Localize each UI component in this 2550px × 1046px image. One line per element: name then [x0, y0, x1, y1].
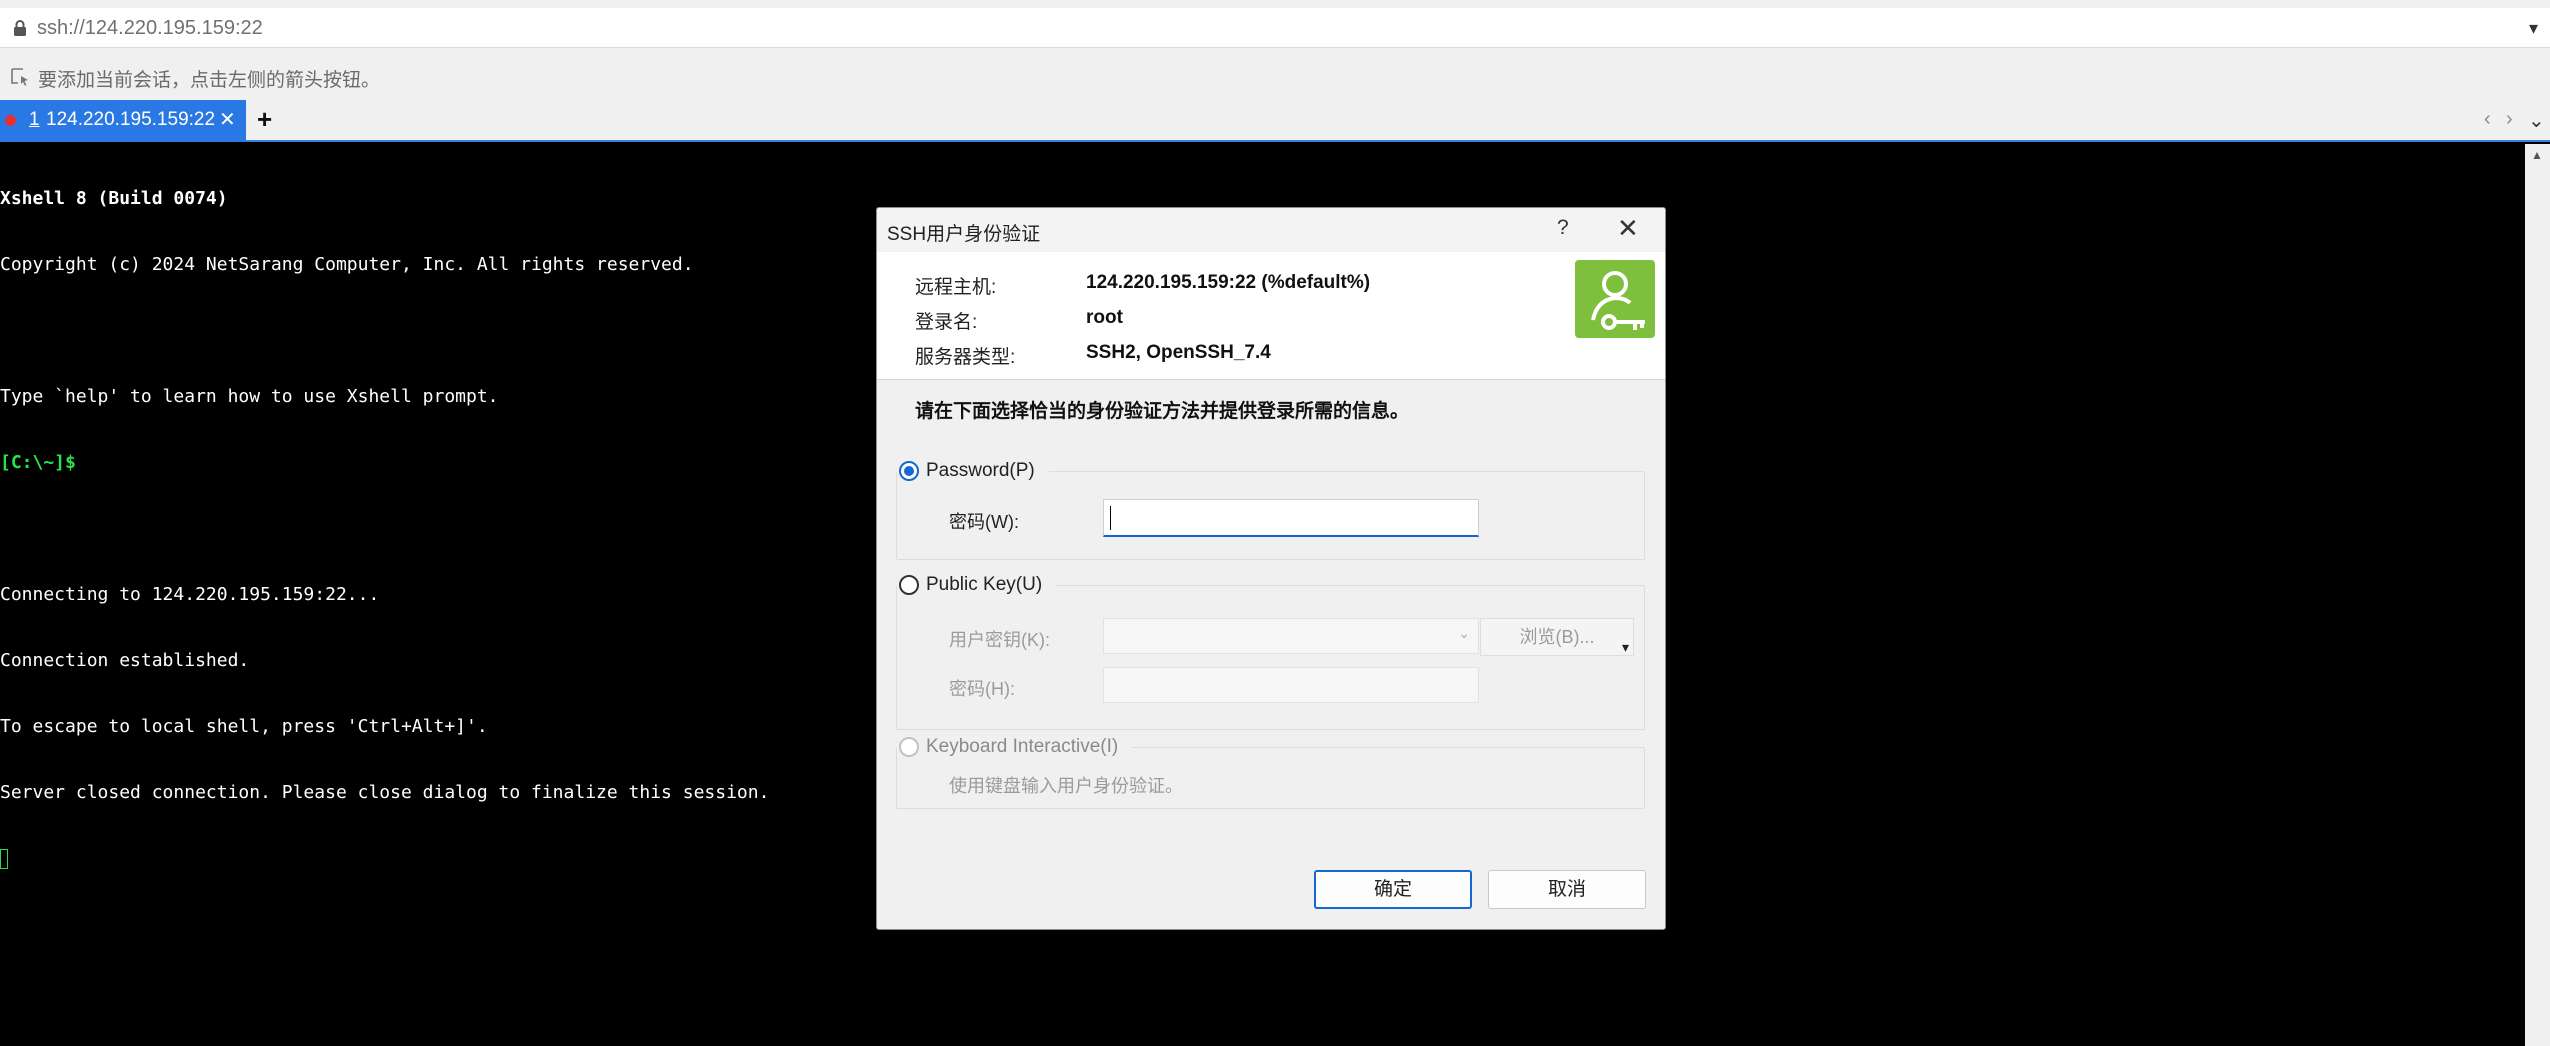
- key-passphrase-input[interactable]: [1103, 667, 1479, 703]
- public-key-group: Public Key(U) 用户密钥(K): ⌄ 浏览(B)... ▾ 密码(H…: [896, 574, 1645, 730]
- terminal-scrollbar[interactable]: ▲: [2525, 144, 2550, 1046]
- public-key-option-label[interactable]: Public Key(U): [926, 574, 1042, 596]
- user-key-select[interactable]: ⌄: [1103, 618, 1479, 654]
- login-name-label: 登录名:: [915, 312, 978, 333]
- browse-button[interactable]: 浏览(B)... ▾: [1480, 618, 1634, 656]
- password-radio[interactable]: [899, 461, 919, 481]
- ok-button[interactable]: 确定: [1314, 870, 1472, 909]
- add-tab-button[interactable]: +: [257, 104, 272, 135]
- remote-host-label: 远程主机:: [915, 277, 997, 298]
- dialog-titlebar: SSH用户身份验证 ? ✕: [877, 208, 1665, 252]
- login-name-value: root: [1086, 307, 1123, 328]
- tab-label: 124.220.195.159:22: [46, 109, 216, 130]
- password-option-label[interactable]: Password(P): [926, 460, 1035, 482]
- session-tab[interactable]: 1 124.220.195.159:22 ✕: [0, 100, 246, 142]
- address-url[interactable]: ssh://124.220.195.159:22: [37, 17, 263, 40]
- hint-text: 要添加当前会话，点击左侧的箭头按钮。: [38, 70, 381, 91]
- dialog-title: SSH用户身份验证: [887, 224, 1041, 245]
- lock-icon: [14, 20, 26, 36]
- chevron-down-icon[interactable]: ▾: [2529, 18, 2538, 39]
- ssh-auth-dialog: SSH用户身份验证 ? ✕ 远程主机: 124.220.195.159:22 (…: [876, 207, 1666, 930]
- keyboard-interactive-option: Keyboard Interactive(I): [897, 736, 1133, 758]
- dropdown-dot-icon: ▾: [1621, 639, 1629, 655]
- keyboard-interactive-label: Keyboard Interactive(I): [926, 736, 1119, 757]
- public-key-option[interactable]: Public Key(U): [897, 574, 1057, 596]
- address-input[interactable]: ssh://124.220.195.159:22 ▾: [0, 8, 2550, 48]
- session-hint-bar: 要添加当前会话，点击左侧的箭头按钮。: [0, 55, 2550, 100]
- password-field-label: 密码(W):: [949, 512, 1019, 532]
- user-key-label: 用户密钥(K):: [949, 630, 1050, 650]
- status-dot-icon: [5, 115, 16, 126]
- scroll-up-icon[interactable]: ▲: [2531, 148, 2543, 162]
- terminal-cursor: [0, 849, 8, 869]
- close-icon[interactable]: ✕: [1617, 213, 1639, 244]
- connection-info-panel: 远程主机: 124.220.195.159:22 (%default%) 登录名…: [877, 252, 1665, 380]
- tab-number: 1: [29, 109, 40, 130]
- cancel-button[interactable]: 取消: [1488, 870, 1646, 909]
- key-passphrase-label: 密码(H):: [949, 679, 1015, 699]
- keyboard-interactive-description: 使用键盘输入用户身份验证。: [949, 776, 1183, 796]
- instruction-text: 请在下面选择恰当的身份验证方法并提供登录所需的信息。: [915, 401, 1410, 422]
- server-type-label: 服务器类型:: [915, 347, 1016, 368]
- tab-menu-icon[interactable]: ⌄: [2528, 108, 2545, 133]
- tab-prev-icon[interactable]: ‹: [2484, 108, 2491, 131]
- user-key-icon: [1575, 260, 1655, 338]
- text-caret: [1110, 506, 1111, 530]
- help-icon[interactable]: ?: [1557, 216, 1569, 240]
- remote-host-value: 124.220.195.159:22 (%default%): [1086, 272, 1371, 293]
- address-bar: ssh://124.220.195.159:22 ▾: [0, 0, 2550, 55]
- password-option[interactable]: Password(P): [897, 460, 1049, 482]
- password-input[interactable]: [1103, 499, 1479, 537]
- keyboard-interactive-radio: [899, 737, 919, 757]
- chevron-down-icon: ⌄: [1458, 625, 1470, 641]
- add-session-icon[interactable]: [9, 66, 31, 88]
- tab-next-icon[interactable]: ›: [2506, 108, 2513, 131]
- keyboard-interactive-group: Keyboard Interactive(I) 使用键盘输入用户身份验证。: [896, 736, 1645, 809]
- public-key-radio[interactable]: [899, 575, 919, 595]
- browse-button-label: 浏览(B)...: [1519, 627, 1595, 647]
- server-type-value: SSH2, OpenSSH_7.4: [1086, 342, 1271, 363]
- tab-bar: 1 124.220.195.159:22 ✕ + ‹ › ⌄: [0, 100, 2550, 142]
- password-group: Password(P) 密码(W):: [896, 460, 1645, 560]
- close-tab-icon[interactable]: ✕: [219, 107, 236, 132]
